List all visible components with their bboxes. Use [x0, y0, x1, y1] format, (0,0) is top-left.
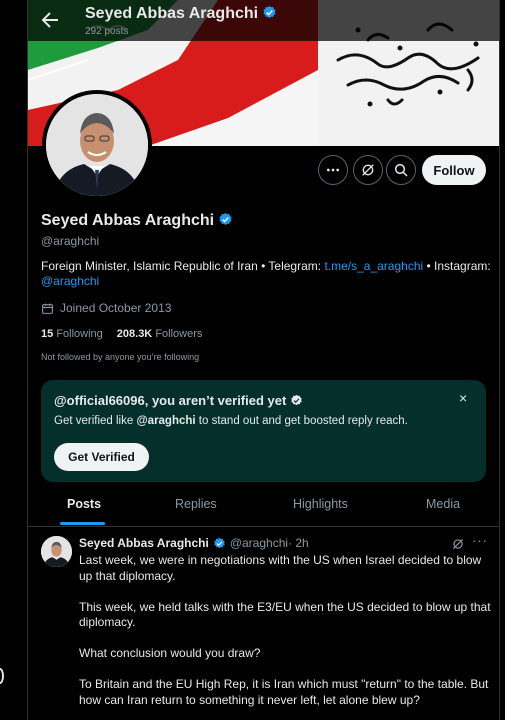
follow-stats: 15 Following 208.3K Followers — [41, 328, 202, 340]
verify-text-suffix: to stand out and get boosted reply reach… — [195, 415, 408, 427]
tweet-paragraph: Last week, we were in negotiations with … — [79, 553, 482, 583]
verify-description: Get verified like @araghchi to stand out… — [54, 415, 408, 427]
more-icon — [327, 168, 339, 172]
tweet-paragraph: What conclusion would you draw? — [79, 646, 261, 660]
profile-handle: @araghchi — [41, 234, 100, 248]
left-nav-edge — [0, 0, 28, 720]
post-count: 292 posts — [85, 26, 129, 37]
tweet-time[interactable]: · 2h — [288, 536, 309, 550]
partial-icon — [0, 668, 4, 684]
verified-badge-icon — [214, 537, 225, 548]
search-icon — [394, 163, 408, 177]
profile-tabs: Posts Replies Highlights Media — [28, 485, 499, 527]
calendar-icon — [42, 303, 53, 314]
not-followed-note: Not followed by anyone you’re following — [41, 352, 200, 362]
header-name: Seyed Abbas Araghchi — [85, 5, 259, 22]
verified-badge-icon[interactable] — [218, 212, 233, 227]
tweet-body: Last week, we were in negotiations with … — [79, 553, 493, 720]
back-arrow-icon[interactable] — [38, 8, 62, 32]
avatar-photo — [41, 536, 72, 567]
close-icon[interactable]: × — [459, 390, 467, 406]
tab-highlights[interactable]: Highlights — [293, 497, 348, 511]
tweet-author-name[interactable]: Seyed Abbas Araghchi — [79, 536, 209, 550]
grok-icon[interactable] — [451, 537, 465, 551]
header-title: Seyed Abbas Araghchi — [85, 5, 277, 23]
tweet-avatar[interactable] — [41, 536, 72, 567]
followers-label: Followers — [155, 328, 203, 340]
scrollbar-track[interactable] — [499, 0, 505, 720]
verify-prompt-card: @official66096, you aren’t verified yet … — [41, 380, 486, 482]
tab-media[interactable]: Media — [426, 497, 460, 511]
bio-text: Foreign Minister, Islamic Republic of Ir… — [41, 259, 325, 273]
search-button[interactable] — [386, 155, 416, 185]
bio-text-middle: • Instagram: — [423, 259, 491, 273]
verify-text-prefix: Get verified like — [54, 415, 137, 427]
following-count: 15 — [41, 328, 54, 340]
followers-count: 208.3K — [116, 328, 153, 340]
profile-column: Seyed Abbas Araghchi 292 posts Follow Se… — [28, 0, 499, 720]
following-link[interactable]: 15 Following — [41, 328, 103, 340]
verify-title-row: @official66096, you aren’t verified yet — [54, 393, 303, 408]
profile-header-bar: Seyed Abbas Araghchi 292 posts — [28, 0, 499, 41]
instagram-link[interactable]: @araghchi — [41, 274, 99, 288]
grok-icon — [362, 164, 374, 176]
following-label: Following — [56, 328, 103, 340]
verified-badge-icon — [263, 5, 276, 18]
joined-date: Joined October 2013 — [41, 301, 171, 315]
get-verified-button[interactable]: Get Verified — [54, 443, 149, 471]
profile-name-row: Seyed Abbas Araghchi — [41, 212, 233, 230]
verify-title: @official66096, you aren’t verified yet — [54, 393, 287, 408]
followers-link[interactable]: 208.3K Followers — [117, 328, 203, 340]
tweet-paragraph: To Britain and the EU High Rep, it is Ir… — [79, 677, 489, 707]
verify-text-handle: @araghchi — [136, 415, 196, 427]
verified-badge-icon — [291, 394, 303, 406]
profile-avatar[interactable] — [42, 90, 152, 200]
follow-button[interactable]: Follow — [422, 155, 486, 185]
profile-name: Seyed Abbas Araghchi — [41, 212, 215, 229]
more-button[interactable] — [318, 155, 348, 185]
joined-text: Joined October 2013 — [60, 301, 172, 315]
tab-posts[interactable]: Posts — [67, 497, 101, 511]
avatar-photo — [46, 94, 148, 196]
grok-button[interactable] — [353, 155, 383, 185]
tweet-more-icon[interactable]: ··· — [472, 533, 488, 548]
telegram-link[interactable]: t.me/s_a_araghchi — [324, 259, 423, 273]
tweet-author-handle[interactable]: @araghchi — [230, 536, 288, 550]
tweet-paragraph: This week, we held talks with the E3/EU … — [79, 599, 491, 630]
profile-bio: Foreign Minister, Islamic Republic of Ir… — [41, 259, 493, 289]
tweet-header: Seyed Abbas Araghchi @araghchi · 2h — [79, 536, 309, 550]
tab-replies[interactable]: Replies — [175, 497, 217, 511]
active-tab-indicator — [60, 522, 105, 525]
